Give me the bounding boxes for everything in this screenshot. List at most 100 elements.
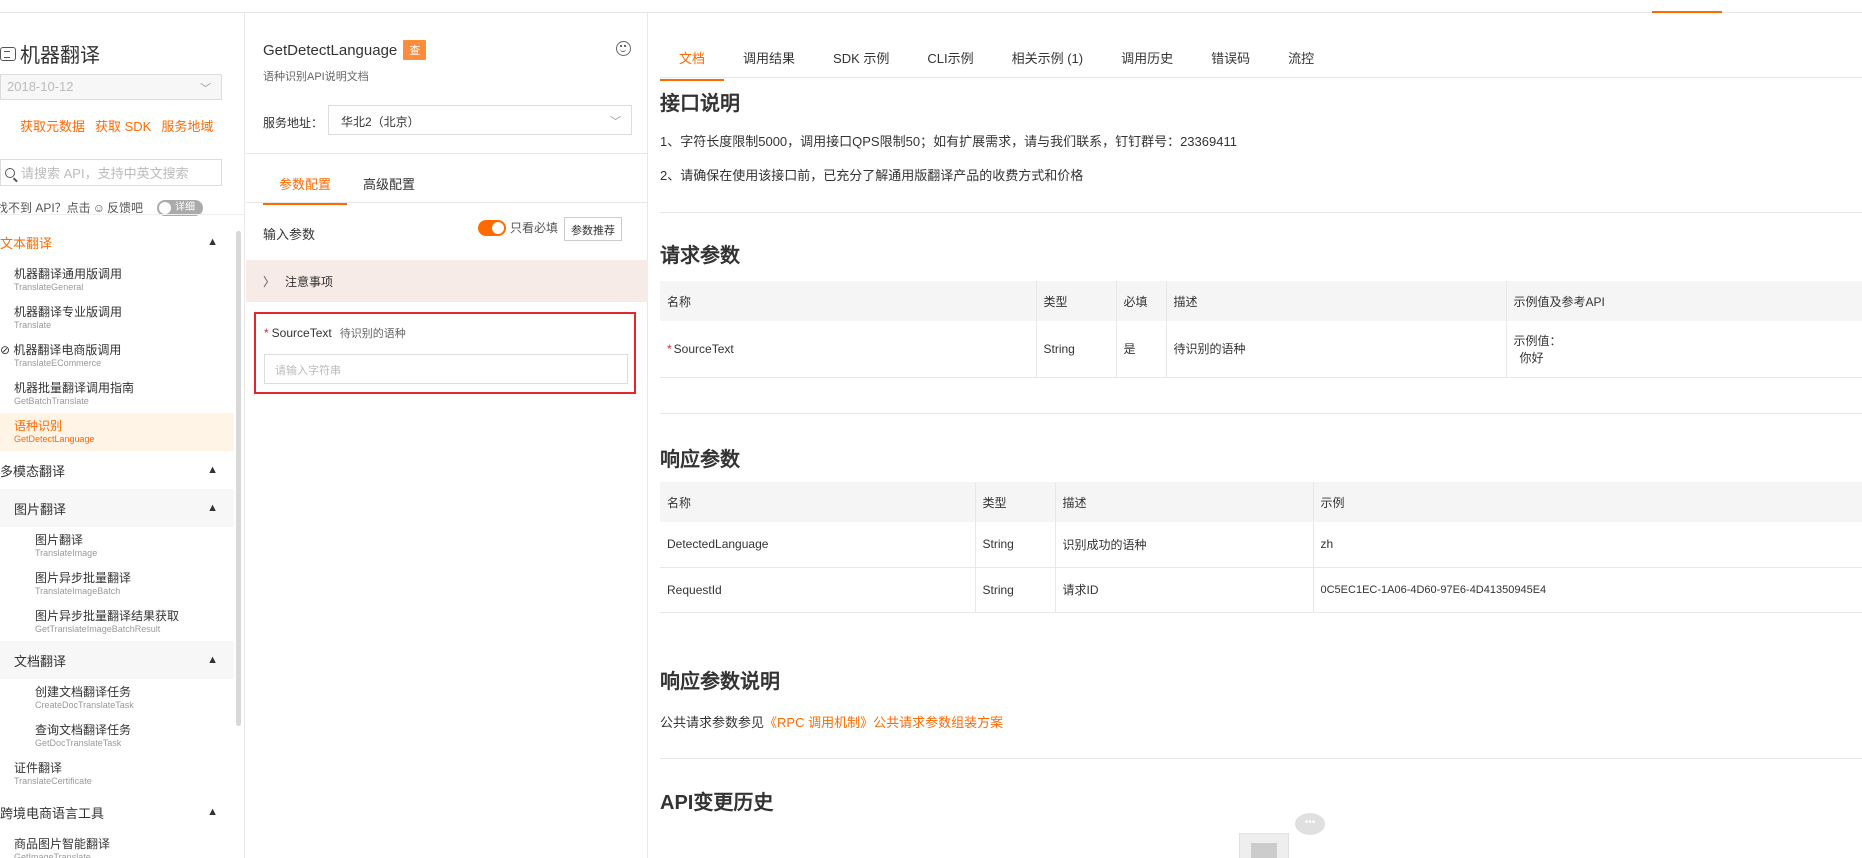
col-type: 类型 [975, 482, 1056, 522]
sidebar-item-api-name: TranslateECommerce [14, 358, 102, 368]
sidebar-item-api-name: TranslateGeneral [14, 282, 84, 292]
api-nav-tree: 文本翻译 ▲ 机器翻译通用版调用 TranslateGeneral 机器翻译专业版调用 T… [0, 223, 234, 858]
tab-cli-example[interactable]: CLI示例 [908, 35, 992, 81]
table-row: RequestId String 请求ID 0C5EC1EC-1A06-4D60… [660, 567, 1862, 613]
nav-group-label: 文档翻译 [14, 653, 67, 669]
tab-error-codes[interactable]: 错误码 [1192, 35, 1269, 81]
nav-group-label: 图片翻译 [14, 501, 67, 517]
chevron-up-icon: ▲ [207, 806, 218, 818]
search-placeholder: 请搜索 API，支持中英文搜索 [21, 166, 189, 181]
sidebar-item[interactable]: 机器翻译专业版调用 Translate [0, 299, 234, 337]
doc-tabs: 文档 调用结果 SDK 示例 CLI示例 相关示例 (1) 调用历史 错误码 流… [660, 35, 1333, 81]
source-text-input[interactable]: 请输入字符串 [264, 354, 628, 384]
tab-flow-control[interactable]: 流控 [1269, 35, 1333, 81]
resp-name: RequestId [660, 567, 976, 613]
sidebar-item[interactable]: 查询文档翻译任务 GetDocTranslateTask [0, 717, 234, 755]
sidebar-item-api-name: TranslateImageBatch [35, 586, 121, 596]
nav-group[interactable]: 文本翻译 ▲ [0, 223, 234, 261]
sidebar-item[interactable]: 语种识别 GetDetectLanguage [0, 413, 234, 451]
service-address-label: 服务地址： [263, 116, 324, 130]
intro-title: 接口说明 [660, 93, 740, 115]
panel-divider [246, 153, 648, 154]
sidebar-item-api-name: GetBatchTranslate [14, 396, 89, 406]
sidebar-item[interactable]: 证件翻译 TranslateCertificate [0, 755, 234, 793]
only-required-toggle[interactable] [478, 219, 506, 236]
source-text-name: SourceText [271, 326, 332, 340]
sidebar-item[interactable]: 图片异步批量翻译 TranslateImageBatch [0, 565, 234, 603]
resp-desc: 识别成功的语种 [1055, 522, 1314, 568]
notes-collapse[interactable]: 〉 注意事项 [246, 260, 648, 302]
table-row: * SourceText String 是 待识别的语种 示例值： 你好 [660, 321, 1862, 378]
tab-docs[interactable]: 文档 [660, 35, 725, 81]
col-name: 名称 [660, 281, 1037, 321]
sidebar-item-label-text: 图片异步批量翻译结果获取 [35, 609, 180, 623]
empty-inner-icon [1251, 843, 1277, 858]
get-metadata-link[interactable]: 获取元数据 [20, 116, 85, 135]
sidebar-item-label: ⊘ 机器翻译电商版调用 [0, 343, 234, 358]
request-params-title: 请求参数 [660, 245, 740, 267]
resp-example: 0C5EC1EC-1A06-4D60-97E6-4D41350945E4 [1313, 567, 1862, 613]
sidebar-item-api-name: GetImageTranslate [14, 852, 91, 858]
service-address-value: 华北2（北京） [341, 115, 420, 129]
api-subtitle: 语种识别API说明文档 [263, 71, 369, 83]
sidebar-item-label-text: 机器翻译通用版调用 [14, 267, 123, 281]
chevron-up-icon: ▲ [207, 502, 218, 514]
intro-line-2: 2、请确保在使用该接口前，已充分了解通用版翻译产品的收费方式和价格 [660, 168, 1084, 183]
sidebar-item-label: 机器翻译专业版调用 [14, 305, 234, 320]
tab-call-result[interactable]: 调用结果 [724, 35, 814, 81]
sidebar-item-api-name: GetDetectLanguage [14, 434, 95, 444]
sidebar-item-label-text: 证件翻译 [14, 761, 63, 775]
api-search-input[interactable]: 请搜索 API，支持中英文搜索 [0, 159, 222, 186]
tab-sdk-example[interactable]: SDK 示例 [814, 35, 908, 81]
sidebar-item[interactable]: ⊘ 机器翻译电商版调用 TranslateECommerce [0, 337, 234, 375]
sidebar-item-api-name: CreateDocTranslateTask [35, 700, 134, 710]
version-select-value: 2018-10-12 [7, 79, 74, 94]
param-desc: 待识别的语种 [1166, 321, 1507, 378]
sidebar-item-label: 查询文档翻译任务 [35, 723, 234, 738]
translate-icon [0, 46, 16, 61]
sidebar-item-label: 机器批量翻译调用指南 [14, 381, 234, 396]
param-example-cell: 示例值： 你好 [1506, 321, 1862, 378]
sidebar-item[interactable]: 商品图片智能翻译 GetImageTranslate [0, 831, 234, 858]
tab-related-examples[interactable]: 相关示例 (1) [993, 35, 1103, 81]
sidebar-divider [0, 214, 244, 215]
nav-group[interactable]: 多模态翻译 ▲ [0, 451, 234, 489]
api-history-title: API变更历史 [660, 792, 774, 814]
sidebar-item-api-name: TranslateImage [35, 548, 98, 558]
resp-example: zh [1313, 522, 1862, 568]
sidebar-item[interactable]: 创建文档翻译任务 CreateDocTranslateTask [0, 679, 234, 717]
chevron-up-icon: ▲ [207, 236, 218, 248]
sidebar-item-api-name: GetDocTranslateTask [35, 738, 122, 748]
chevron-right-icon: 〉 [263, 274, 276, 289]
chevron-up-icon: ▲ [207, 464, 218, 476]
sidebar-item[interactable]: 图片翻译 TranslateImage [0, 527, 234, 565]
rpc-mechanism-link[interactable]: 《RPC 调用机制》公共请求参数组装方案 [764, 715, 1003, 730]
tab-advanced-config[interactable]: 高级配置 [347, 164, 431, 205]
tab-param-config[interactable]: 参数配置 [263, 164, 348, 205]
nav-subgroup[interactable]: 文档翻译 ▲ [0, 641, 234, 679]
table-header-row: 名称 类型 必填 描述 示例值及参考API [660, 281, 1862, 321]
section-divider [660, 212, 1862, 213]
tab-call-history[interactable]: 调用历史 [1102, 35, 1192, 81]
sidebar-item[interactable]: 图片异步批量翻译结果获取 GetTranslateImageBatchResult [0, 603, 234, 641]
service-region-link[interactable]: 服务地域 [161, 116, 213, 135]
get-sdk-link[interactable]: 获取 SDK [95, 116, 151, 135]
sidebar-scrollbar[interactable] [236, 231, 241, 726]
version-select[interactable]: 2018-10-12 ﹀ [0, 74, 222, 100]
nav-subgroup[interactable]: 图片翻译 ▲ [0, 489, 234, 527]
col-type: 类型 [1036, 281, 1117, 321]
only-required-label: 只看必填 [510, 221, 559, 235]
param-recommend-button[interactable]: 参数推荐 [564, 217, 622, 241]
smile-icon: ☺ [92, 200, 105, 215]
sidebar-item[interactable]: 机器批量翻译调用指南 GetBatchTranslate [0, 375, 234, 413]
api-sidebar: 机器翻译 2018-10-12 ﹀ 获取元数据 获取 SDK 服务地域 请搜索 … [0, 13, 245, 858]
sidebar-item[interactable]: 机器翻译通用版调用 TranslateGeneral [0, 261, 234, 299]
feedback-face-icon[interactable] [616, 41, 631, 56]
sidebar-links: 获取元数据 获取 SDK 服务地域 [20, 116, 213, 135]
nav-group[interactable]: 跨境电商语言工具 ▲ [0, 793, 234, 831]
resp-desc-line: 公共请求参数参见《RPC 调用机制》公共请求参数组装方案 [660, 712, 1003, 731]
request-params-table: 名称 类型 必填 描述 示例值及参考API * SourceText String… [660, 281, 1862, 378]
source-text-label-row: * SourceText 待识别的语种 [264, 325, 406, 341]
resp-desc: 请求ID [1055, 567, 1314, 613]
service-address-select[interactable]: 华北2（北京） ﹀ [328, 105, 632, 135]
